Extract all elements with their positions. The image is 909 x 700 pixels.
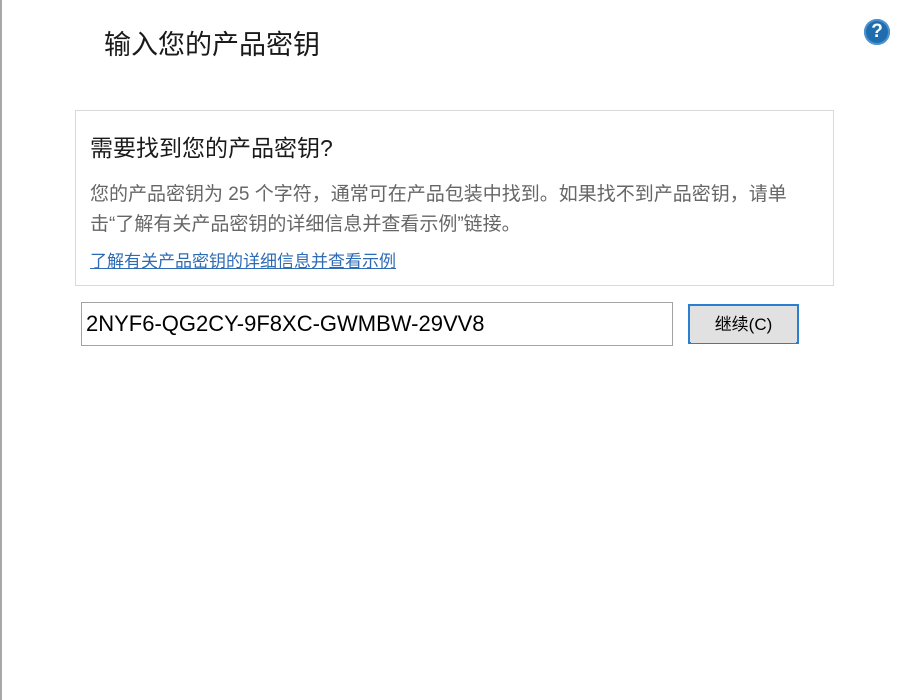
page-title: 输入您的产品密钥	[104, 30, 320, 60]
continue-button-label: 继续(C)	[691, 307, 796, 343]
help-icon[interactable]: ?	[864, 19, 890, 45]
window-left-border	[0, 0, 2, 700]
info-heading: 需要找到您的产品密钥?	[90, 135, 333, 161]
continue-button[interactable]: 继续(C)	[688, 304, 799, 344]
product-key-input[interactable]	[81, 302, 673, 346]
info-panel: 需要找到您的产品密钥? 您的产品密钥为 25 个字符，通常可在产品包装中找到。如…	[75, 110, 834, 286]
info-description: 您的产品密钥为 25 个字符，通常可在产品包装中找到。如果找不到产品密钥，请单击…	[90, 184, 787, 235]
learn-more-link[interactable]: 了解有关产品密钥的详细信息并查看示例	[90, 250, 396, 274]
